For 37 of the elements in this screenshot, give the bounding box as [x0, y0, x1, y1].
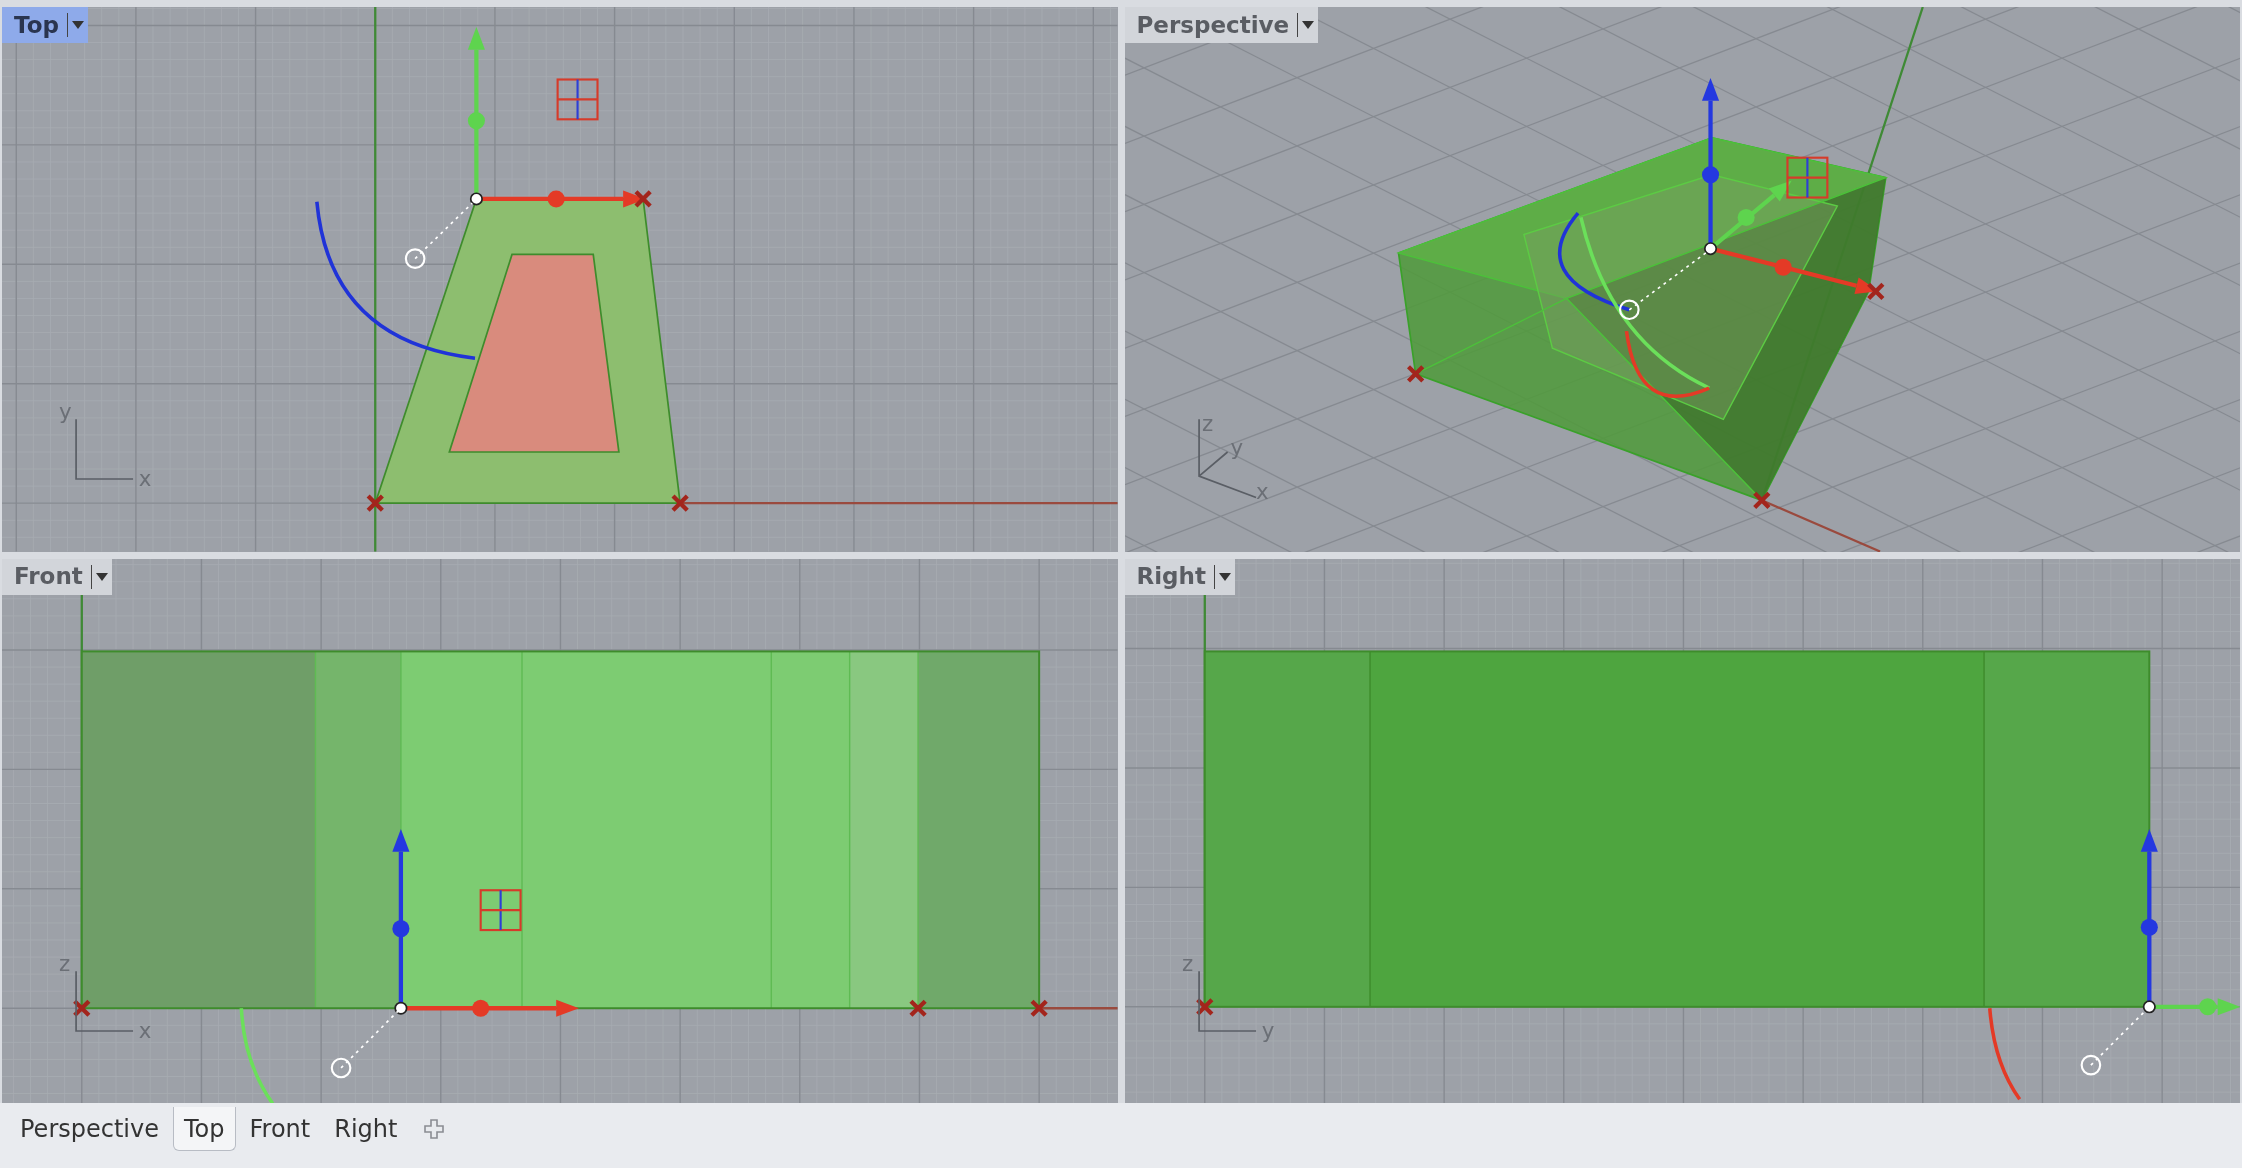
axis-label: y	[59, 399, 72, 425]
axis-label: z	[1181, 950, 1193, 976]
viewport-title-tab[interactable]: Right	[1124, 558, 1235, 595]
axis-triad-icon	[75, 969, 134, 1032]
point-marker-icon	[1195, 997, 1214, 1016]
view-tab[interactable]: Right	[324, 1107, 408, 1151]
viewport-title: Right	[1136, 565, 1206, 588]
viewport-title: Top	[14, 13, 59, 37]
point-marker-icon	[1405, 364, 1425, 384]
view-tab[interactable]: Front	[239, 1107, 321, 1151]
axis-triad-icon	[1197, 418, 1257, 499]
axis-triad-icon	[1197, 969, 1257, 1032]
view-tab[interactable]: Top	[173, 1107, 236, 1151]
transform-gizmo-drawing[interactable]	[315, 26, 653, 360]
viewport-title-tab[interactable]: Top	[2, 7, 88, 43]
transform-gizmo-drawing[interactable]	[330, 828, 579, 1078]
point-marker-icon	[72, 998, 92, 1017]
dropdown-caret-icon[interactable]	[1213, 564, 1231, 589]
point-marker-icon	[908, 998, 928, 1017]
dropdown-caret-icon[interactable]	[90, 564, 108, 589]
view-tab[interactable]: Perspective	[10, 1107, 169, 1151]
viewport-title-tab[interactable]: Front	[2, 558, 112, 595]
rotation-arc[interactable]	[239, 1007, 275, 1103]
axis-triad-icon	[75, 418, 134, 480]
axis-label: z	[59, 950, 71, 976]
viewport-title-tab[interactable]: Perspective	[1124, 7, 1319, 43]
rotation-arc[interactable]	[1987, 1007, 2021, 1100]
point-marker-icon	[670, 493, 690, 513]
viewport-title: Front	[14, 565, 83, 588]
dropdown-caret-icon[interactable]	[66, 13, 84, 37]
point-marker-icon	[366, 493, 385, 513]
transform-gizmo-drawing[interactable]	[1557, 78, 1885, 398]
dropdown-caret-icon[interactable]	[1297, 13, 1315, 37]
transform-gizmo-drawing[interactable]	[2080, 828, 2240, 1075]
viewport-title: Perspective	[1136, 13, 1290, 37]
point-marker-icon	[1029, 998, 1049, 1017]
point-marker-icon	[1752, 491, 1771, 510]
